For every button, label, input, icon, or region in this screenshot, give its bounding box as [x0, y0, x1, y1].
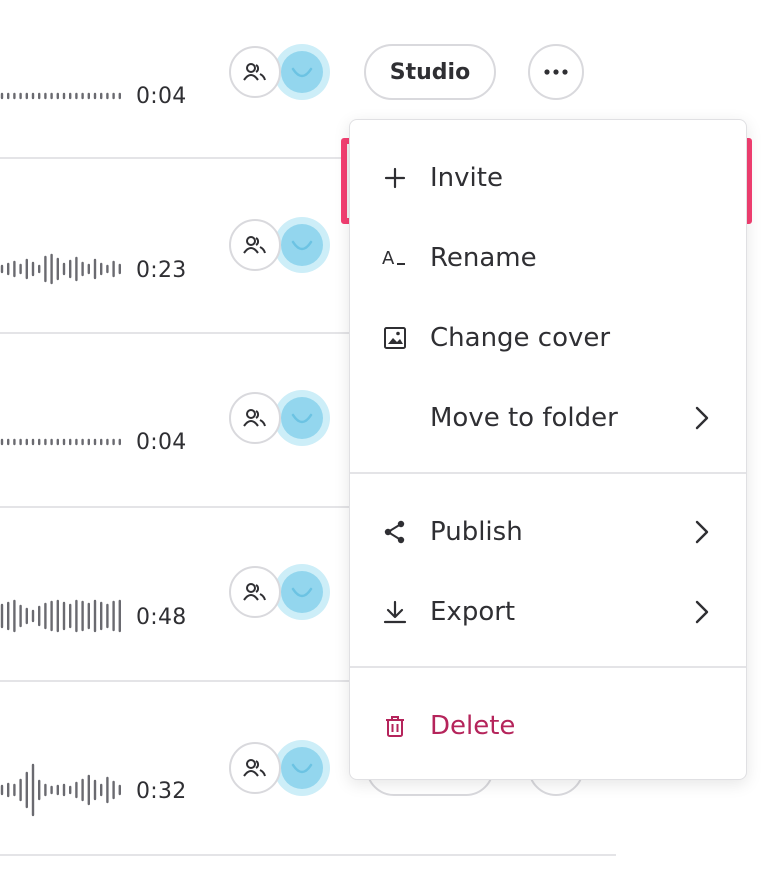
svg-text:A: A [382, 248, 395, 269]
menu-item-invite[interactable]: Invite [350, 138, 746, 218]
share-icon [380, 517, 410, 547]
collaborators-button[interactable] [229, 742, 281, 794]
menu-divider [350, 666, 746, 668]
people-icon [243, 236, 266, 254]
avatar[interactable] [274, 564, 330, 620]
smile-avatar-icon [291, 67, 313, 78]
menu-item-move-to-folder[interactable]: Move to folder [350, 378, 746, 458]
chevron-right-icon [690, 597, 714, 627]
studio-label: Studio [389, 59, 471, 85]
people-icon [243, 759, 266, 777]
menu-item-publish[interactable]: Publish [350, 492, 746, 572]
avatar[interactable] [274, 390, 330, 446]
menu-item-label: Delete [430, 711, 516, 741]
menu-item-rename[interactable]: A Rename [350, 218, 746, 298]
divider [0, 854, 616, 856]
waveform [0, 599, 122, 633]
studio-button[interactable]: Studio [364, 44, 496, 100]
collaborators-button[interactable] [229, 219, 281, 271]
smile-avatar-icon [291, 240, 313, 251]
smile-avatar-icon [291, 413, 313, 424]
trash-icon [380, 711, 410, 741]
duration-label: 0:04 [136, 84, 187, 109]
menu-item-label: Invite [430, 163, 503, 193]
avatar[interactable] [274, 740, 330, 796]
download-icon [380, 597, 410, 627]
people-icon [243, 409, 266, 427]
image-icon [380, 323, 410, 353]
menu-item-export[interactable]: Export [350, 572, 746, 652]
menu-item-delete[interactable]: Delete [350, 686, 746, 766]
duration-label: 0:04 [136, 430, 187, 455]
menu-divider [350, 472, 746, 474]
waveform [0, 763, 122, 817]
chevron-right-icon [690, 517, 714, 547]
smile-avatar-icon [291, 587, 313, 598]
people-icon [243, 63, 266, 81]
waveform [0, 438, 122, 446]
collaborators-button[interactable] [229, 392, 281, 444]
people-icon [243, 583, 266, 601]
collaborators-button[interactable] [229, 46, 281, 98]
rename-icon: A [380, 243, 410, 273]
more-options-button[interactable] [528, 44, 584, 100]
duration-label: 0:23 [136, 258, 187, 283]
duration-label: 0:32 [136, 779, 187, 804]
duration-label: 0:48 [136, 605, 187, 630]
menu-item-label: Change cover [430, 323, 611, 353]
waveform [0, 253, 122, 285]
menu-item-change-cover[interactable]: Change cover [350, 298, 746, 378]
waveform [0, 92, 122, 100]
avatar[interactable] [274, 44, 330, 100]
menu-item-label: Move to folder [430, 403, 618, 433]
context-menu: Invite A Rename Change cover Move to fol… [349, 119, 747, 780]
smile-avatar-icon [291, 763, 313, 774]
ellipsis-icon [544, 69, 568, 75]
menu-item-label: Export [430, 597, 516, 627]
plus-icon [380, 163, 410, 193]
menu-item-label: Publish [430, 517, 523, 547]
menu-item-label: Rename [430, 243, 537, 273]
avatar[interactable] [274, 217, 330, 273]
chevron-right-icon [690, 403, 714, 433]
collaborators-button[interactable] [229, 566, 281, 618]
